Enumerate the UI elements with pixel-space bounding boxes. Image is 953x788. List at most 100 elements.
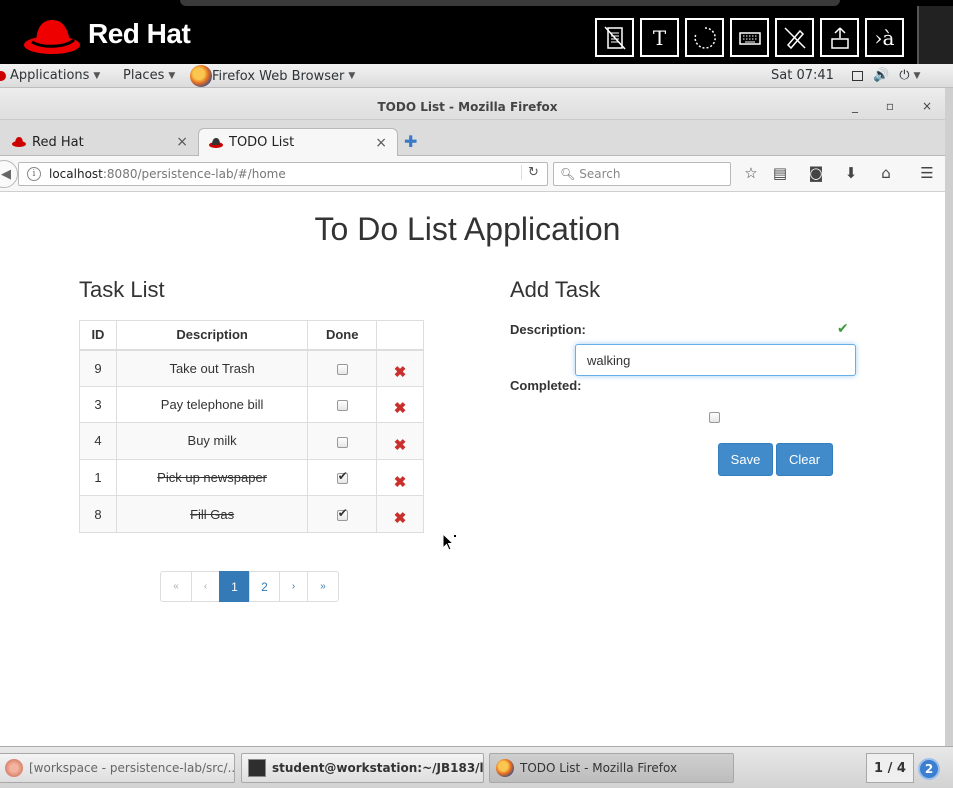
applications-label: Applications bbox=[10, 68, 90, 83]
done-checkbox[interactable] bbox=[336, 506, 348, 521]
add-task-heading: Add Task bbox=[510, 277, 601, 302]
close-tab-icon[interactable]: × bbox=[375, 135, 387, 151]
text-tool-icon[interactable]: T bbox=[640, 18, 679, 57]
download-icon[interactable]: ⬇ bbox=[841, 164, 861, 182]
screen: Red Hat T ›à Applications ▼ Places ▼ Fir… bbox=[0, 0, 953, 788]
taskbar-item-workspace[interactable]: [workspace - persistence-lab/src/... bbox=[0, 753, 235, 783]
done-checkbox[interactable] bbox=[336, 469, 348, 485]
back-arrow-icon: ◀ bbox=[1, 166, 11, 182]
url-bar[interactable]: i localhost :8080/persistence-lab/#/home… bbox=[18, 162, 548, 186]
search-placeholder: Search bbox=[579, 167, 621, 181]
table-row: 3 Pay telephone bill ✖ bbox=[79, 385, 424, 424]
terminal-icon bbox=[248, 759, 266, 777]
delete-icon[interactable]: ✖ bbox=[394, 474, 407, 491]
menu-icon[interactable]: ☰ bbox=[917, 164, 937, 182]
next-page-button[interactable]: › bbox=[279, 571, 308, 602]
table-row: 9 Take out Trash ✖ bbox=[79, 349, 424, 387]
tab-label: Red Hat bbox=[32, 134, 84, 150]
applications-menu[interactable]: Applications ▼ bbox=[0, 68, 100, 83]
description-input[interactable]: walking bbox=[575, 344, 856, 376]
valid-check-icon: ✔ bbox=[837, 321, 849, 337]
table-row: 4 Buy milk ✖ bbox=[79, 422, 424, 460]
done-checkbox[interactable] bbox=[336, 363, 348, 375]
task-id: 9 bbox=[79, 349, 117, 387]
keyboard-icon[interactable] bbox=[730, 18, 769, 57]
translate-icon[interactable]: ›à bbox=[865, 18, 904, 57]
brand-name: Red Hat bbox=[88, 18, 191, 49]
header-done: Done bbox=[307, 320, 378, 351]
completed-checkbox[interactable] bbox=[709, 412, 720, 423]
delete-icon[interactable]: ✖ bbox=[394, 437, 407, 454]
upload-icon[interactable] bbox=[820, 18, 859, 57]
tab-todo-list[interactable]: TODO List × bbox=[198, 128, 398, 156]
circle-select-icon[interactable] bbox=[685, 18, 724, 57]
places-label: Places bbox=[123, 68, 165, 83]
firefox-icon bbox=[496, 759, 514, 777]
maximize-button[interactable]: ▫ bbox=[881, 99, 899, 113]
done-checkbox[interactable] bbox=[336, 399, 348, 411]
table-header-row: ID Description Done bbox=[79, 320, 424, 351]
page-button-2[interactable]: 2 bbox=[249, 571, 280, 602]
first-page-button[interactable]: « bbox=[160, 571, 192, 602]
workspace-pager[interactable]: 1 / 4 bbox=[866, 753, 914, 783]
taskbar-item-firefox[interactable]: TODO List - Mozilla Firefox bbox=[489, 753, 734, 783]
bookmark-star-icon[interactable]: ☆ bbox=[741, 164, 761, 182]
table-row: 1 Pick up newspaper ✖ bbox=[79, 458, 424, 497]
task-description: Buy milk bbox=[115, 422, 309, 460]
delete-icon[interactable]: ✖ bbox=[394, 364, 407, 381]
firefox-icon bbox=[190, 65, 212, 87]
header-description: Description bbox=[115, 320, 309, 351]
clear-button[interactable]: Clear bbox=[776, 443, 833, 476]
info-icon: i bbox=[27, 167, 41, 181]
completed-label: Completed: bbox=[510, 378, 582, 393]
redhat-small-icon bbox=[0, 70, 6, 81]
delete-icon[interactable]: ✖ bbox=[394, 400, 407, 417]
home-icon[interactable]: ⌂ bbox=[876, 164, 896, 182]
close-tab-icon[interactable]: × bbox=[176, 134, 188, 150]
reading-list-icon[interactable]: ▤ bbox=[770, 164, 790, 182]
done-checkbox[interactable] bbox=[336, 436, 348, 448]
save-button[interactable]: Save bbox=[718, 443, 773, 476]
table-row: 8 Fill Gas ✖ bbox=[79, 495, 424, 533]
navigation-bar: ◀ i localhost :8080/persistence-lab/#/ho… bbox=[0, 156, 953, 192]
chevron-down-icon: ▼ bbox=[348, 71, 356, 81]
power-icon: ⏻ bbox=[899, 68, 910, 83]
search-icon: 🔍︎ bbox=[560, 167, 576, 181]
mouse-cursor-icon bbox=[442, 533, 456, 551]
task-id: 1 bbox=[79, 458, 117, 497]
search-input[interactable]: 🔍︎ Search bbox=[553, 162, 731, 186]
no-pen-icon[interactable] bbox=[775, 18, 814, 57]
page-button-1[interactable]: 1 bbox=[219, 571, 250, 602]
active-app-menu[interactable]: Firefox Web Browser ▼ bbox=[190, 65, 355, 87]
task-list-heading: Task List bbox=[79, 277, 165, 302]
taskbar-item-label: TODO List - Mozilla Firefox bbox=[520, 761, 678, 775]
new-tab-icon[interactable]: ✚ bbox=[404, 132, 417, 151]
taskbar-item-terminal[interactable]: student@workstation:~/JB183/la... bbox=[241, 753, 484, 783]
pocket-icon[interactable]: ◙ bbox=[806, 164, 826, 182]
tab-label: TODO List bbox=[229, 135, 295, 150]
redhat-favicon-icon bbox=[209, 137, 223, 148]
accessibility-toolbar: T ›à bbox=[595, 18, 904, 57]
document-icon[interactable] bbox=[595, 18, 634, 57]
prev-page-button[interactable]: ‹ bbox=[191, 571, 220, 602]
delete-icon[interactable]: ✖ bbox=[394, 510, 407, 527]
minimize-button[interactable]: _ bbox=[846, 99, 864, 113]
chevron-down-icon: ▼ bbox=[168, 70, 176, 81]
taskbar-item-label: student@workstation:~/JB183/la... bbox=[272, 761, 484, 775]
close-window-button[interactable]: × bbox=[918, 99, 936, 113]
tab-bar: Red Hat × TODO List × ✚ bbox=[0, 120, 953, 156]
description-label: Description: bbox=[510, 322, 586, 337]
window-titlebar: TODO List - Mozilla Firefox _ ▫ × bbox=[0, 88, 953, 120]
chevron-down-icon: ▼ bbox=[93, 70, 101, 81]
reload-icon[interactable]: ↻ bbox=[521, 165, 541, 180]
tab-redhat[interactable]: Red Hat × bbox=[0, 128, 196, 156]
clock-label: Sat 07:41 bbox=[771, 68, 834, 83]
back-button[interactable]: ◀ bbox=[0, 160, 18, 188]
gnome-top-bar: Applications ▼ Places ▼ Firefox Web Brow… bbox=[0, 64, 953, 88]
last-page-button[interactable]: » bbox=[307, 571, 339, 602]
places-menu[interactable]: Places ▼ bbox=[123, 68, 175, 83]
notification-badge[interactable]: 2 bbox=[918, 758, 940, 780]
clock[interactable]: Sat 07:41 bbox=[771, 68, 834, 83]
task-id: 8 bbox=[79, 495, 117, 533]
system-menu[interactable]: 🔊 ⏻ ▼ bbox=[852, 68, 920, 83]
